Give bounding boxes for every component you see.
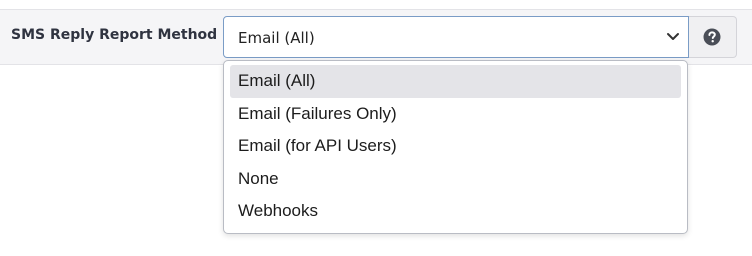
page: SMS Reply Report Method Email (All) Emai… xyxy=(0,0,752,256)
report-method-dropdown-list: Email (All) Email (Failures Only) Email … xyxy=(223,60,688,234)
chevron-down-icon xyxy=(667,33,679,40)
option-email-failures-only[interactable]: Email (Failures Only) xyxy=(230,98,681,131)
field-label: SMS Reply Report Method xyxy=(11,27,218,43)
option-email-all[interactable]: Email (All) xyxy=(230,65,681,98)
report-method-select[interactable]: Email (All) xyxy=(223,16,689,58)
help-button[interactable] xyxy=(689,16,737,58)
select-value: Email (All) xyxy=(238,29,315,47)
option-email-for-api-users[interactable]: Email (for API Users) xyxy=(230,130,681,163)
option-none[interactable]: None xyxy=(230,163,681,196)
question-circle-icon xyxy=(703,28,721,46)
option-webhooks[interactable]: Webhooks xyxy=(230,195,681,228)
